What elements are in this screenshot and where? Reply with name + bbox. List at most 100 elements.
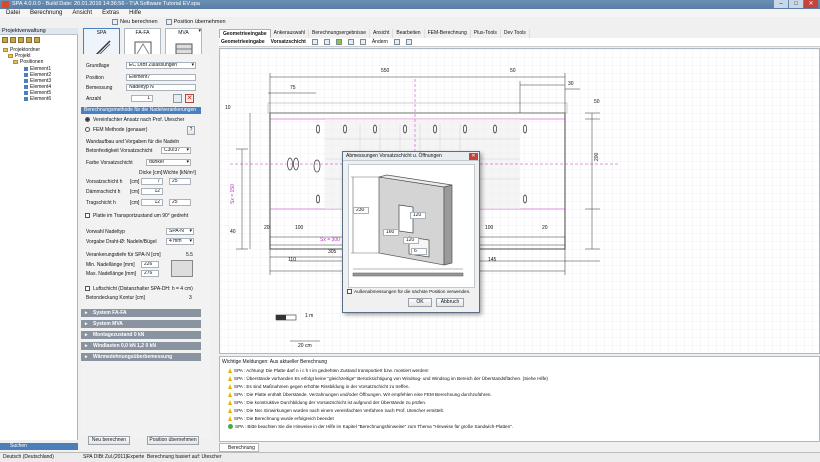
delete-icon[interactable] [26, 37, 32, 43]
project-tree: Projektordner Projekt Positionen Element… [0, 35, 78, 440]
dlg-height-input[interactable]: 230 [353, 207, 369, 214]
anzahl-input[interactable]: 1 [131, 95, 153, 102]
copy-icon[interactable] [34, 37, 40, 43]
ribbon-aendern[interactable]: Ändern [372, 39, 388, 45]
panel-3d-illustration [351, 174, 464, 277]
search-label: Suchen [10, 443, 27, 449]
tab-bearbeiten[interactable]: Bearbeiten [393, 29, 425, 38]
folder-icon [8, 54, 13, 58]
tab-ergebnisse[interactable]: Berechnungsergebnisse [309, 29, 370, 38]
recalculate-button[interactable]: Neu berechnen [88, 436, 130, 445]
ribbon-vorsatzschicht[interactable]: Vorsatzschicht [271, 39, 306, 45]
new-folder-icon[interactable] [2, 37, 8, 43]
section-wind[interactable]: Windlasten 0,0 kN 1,2 0 kN [81, 342, 201, 350]
quick-recalc-button[interactable]: Neu berechnen [112, 19, 158, 25]
calculator-icon [112, 19, 118, 25]
tree-item-element6[interactable]: Element6 [24, 96, 51, 102]
beton-label: Betonfestigkeit Vorsatzschicht [86, 148, 153, 154]
transport-label: Platte im Transportzustand um 90° gedreh… [93, 213, 189, 219]
ts-dicke-input[interactable]: 12 [141, 199, 163, 206]
grid-icon[interactable] [347, 39, 354, 45]
vs-wichte-input[interactable]: 25 [169, 178, 191, 185]
menu-view[interactable]: Ansicht [72, 9, 92, 17]
menu-calculation[interactable]: Berechnung [30, 9, 62, 17]
edit-icon[interactable] [359, 39, 366, 45]
min-length-input[interactable]: 226 [141, 261, 159, 268]
section-montage[interactable]: Montagezustand 0 kN [81, 331, 201, 339]
dlg-thickness-input[interactable]: 6 [411, 248, 427, 255]
tab-geometrieeingabe[interactable]: Geometrieeingabe [219, 29, 271, 38]
dlg-offset-x-input[interactable]: 160 [383, 229, 399, 236]
copy-position-icon[interactable] [173, 94, 182, 103]
tab-ankerauswahl[interactable]: Ankerauswahl [271, 29, 310, 38]
vs-dicke-input[interactable]: 7 [141, 178, 163, 185]
dlg-cancel-button[interactable]: Abbruch [436, 298, 464, 307]
position-label: Position [86, 75, 104, 81]
ts-wichte-input[interactable]: 25 [169, 199, 191, 206]
bemessung-label: Bemessung [86, 85, 113, 91]
take-position-button[interactable]: Position übernehmen [147, 436, 199, 445]
menu-file[interactable]: Datei [6, 9, 20, 17]
min-length-label: Min. Nadellänge [mm] [86, 262, 135, 268]
tree-item-positionen[interactable]: Positionen [13, 59, 43, 65]
minimize-button[interactable]: – [774, 0, 788, 8]
dicke-header: Dicke [cm] [139, 170, 163, 176]
dialog-title: Abmessungen Vorsatzschicht u. Öffnungen [343, 152, 479, 161]
dlg-reuse-checkbox[interactable] [347, 289, 352, 294]
method-simplified-radio[interactable] [85, 117, 90, 122]
beton-select[interactable]: C30/37 [161, 147, 191, 154]
dlg-ok-button[interactable]: OK [408, 298, 432, 307]
message-text: SPA : Die Berechnung wurde erfolgreich b… [234, 416, 334, 421]
tab-berechnung[interactable]: Berechnung [219, 443, 259, 452]
tab-dev-tools[interactable]: Dev Tools [501, 29, 530, 38]
farbe-select[interactable]: dunkel [146, 159, 191, 166]
warning-icon [228, 416, 232, 421]
save-icon[interactable] [18, 37, 24, 43]
section-heat[interactable]: Wärmedehnungsüberbemessung [81, 353, 201, 361]
grundlage-select[interactable]: EC DIBt Zulassungen [126, 62, 196, 69]
green-check-icon[interactable] [335, 39, 342, 45]
draw-rect-icon[interactable] [311, 39, 318, 45]
draw-opening-icon[interactable] [323, 39, 330, 45]
maximize-button[interactable]: □ [789, 0, 803, 8]
search-button[interactable]: Suchen [0, 443, 78, 450]
luft-checkbox[interactable] [85, 286, 90, 291]
transport-checkbox[interactable] [85, 213, 90, 218]
dialog-close-button[interactable]: ✕ [469, 153, 478, 160]
project-panel-title: Projektverwaltung [0, 28, 78, 35]
section-fafa[interactable]: System FA-FA [81, 309, 201, 317]
message-text: SPA : Bitte beachten Sie die Hinweise in… [235, 424, 514, 429]
max-length-input[interactable]: 276 [141, 270, 159, 277]
scale-20cm: 20 cm [298, 343, 312, 349]
element-icon [24, 73, 28, 77]
dlg-opening-height-input[interactable]: 120 [403, 237, 419, 244]
dim-100-bottom-a: 100 [295, 225, 304, 231]
menu-extras[interactable]: Extras [102, 9, 119, 17]
close-button[interactable]: ✕ [804, 0, 818, 8]
section-mva[interactable]: System MVA [81, 320, 201, 328]
ueber-value: 3 [189, 295, 192, 301]
wichte-header: Wichte [kN/m³] [163, 170, 196, 176]
tab-fem[interactable]: FEM-Berechnung [425, 29, 471, 38]
message-text: SPA : Die Platte enthält Überstände, Ver… [234, 392, 492, 397]
open-icon[interactable] [10, 37, 16, 43]
method-fem-radio[interactable] [85, 127, 90, 132]
dlg-opening-width-input[interactable]: 120 [410, 212, 426, 219]
dim-145: 145 [488, 257, 497, 263]
tab-ansicht[interactable]: Ansicht [370, 29, 394, 38]
position-input[interactable]: Element7 [126, 74, 196, 81]
ribbon-geometrie[interactable]: Geometrieeingabe [221, 39, 265, 45]
tab-plus-tools[interactable]: Plus-Tools [471, 29, 501, 38]
menu-help[interactable]: Hilfe [129, 9, 141, 17]
method-help-button[interactable]: ? [187, 126, 195, 135]
redo-icon[interactable] [405, 39, 412, 45]
undo-icon[interactable] [393, 39, 400, 45]
bemessung-input[interactable]: Nadeltyp N [126, 84, 196, 91]
ds-dicke-input[interactable]: 12 [141, 188, 163, 195]
nadel-select[interactable]: SPA-N [166, 228, 194, 235]
drawing-canvas[interactable]: 550 50 75 30 10 20 100 200 100 100 20 30… [219, 48, 820, 354]
grundlage-label: Grundlage [86, 63, 110, 69]
delete-position-icon[interactable]: ✕ [185, 94, 194, 103]
quick-take-position-button[interactable]: Position übernehmen [165, 19, 226, 25]
draht-select[interactable]: 4 mm [166, 238, 194, 245]
